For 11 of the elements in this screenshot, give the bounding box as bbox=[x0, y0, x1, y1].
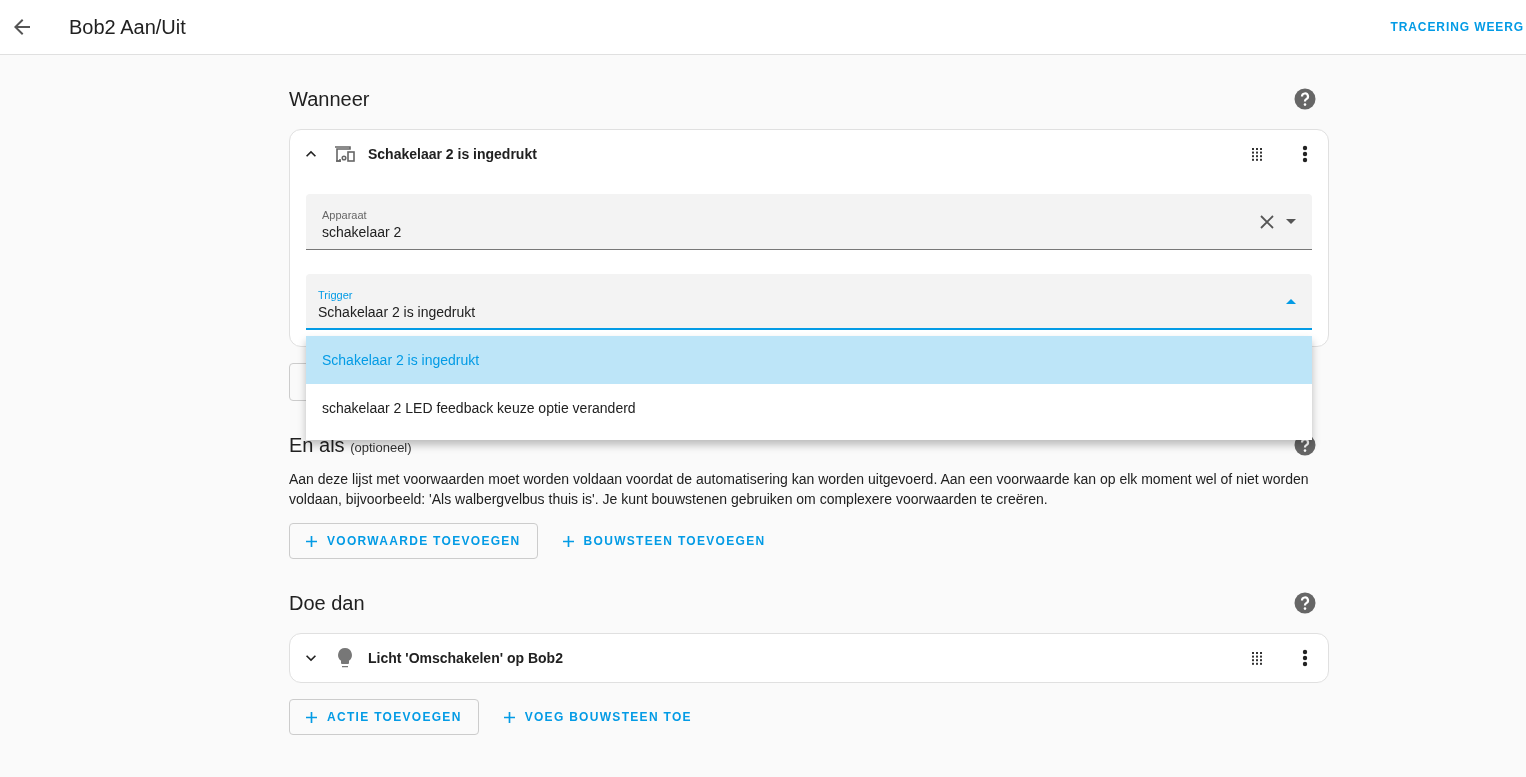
card-title: Licht 'Omschakelen' op Bob2 bbox=[368, 650, 563, 666]
section-description: Aan deze lijst met voorwaarden moet worden voldaan voordat de automatisering kan worden uitgevoerd. Aan een voorwaarde kan op elk moment wel of niet worden voldaan, bijvoorbeeld: 'Als walbergvelbus thuis is'. Je kunt bouwstenen gebruiken om complexere voorwaarden te creëren. bbox=[289, 470, 1310, 509]
section-title: Doe dan bbox=[289, 591, 365, 615]
field-value: Schakelaar 2 is ingedrukt bbox=[318, 303, 477, 320]
section-title: Wanneer bbox=[289, 87, 370, 111]
card-title: Schakelaar 2 is ingedrukt bbox=[368, 146, 537, 162]
field-label: Apparaat bbox=[322, 209, 368, 221]
field-label: Trigger bbox=[318, 288, 354, 301]
page-title: Bob2 Aan/Uit bbox=[69, 15, 186, 39]
section-title: En als (optioneel) bbox=[289, 433, 412, 457]
field-value: schakelaar 2 bbox=[322, 224, 403, 240]
